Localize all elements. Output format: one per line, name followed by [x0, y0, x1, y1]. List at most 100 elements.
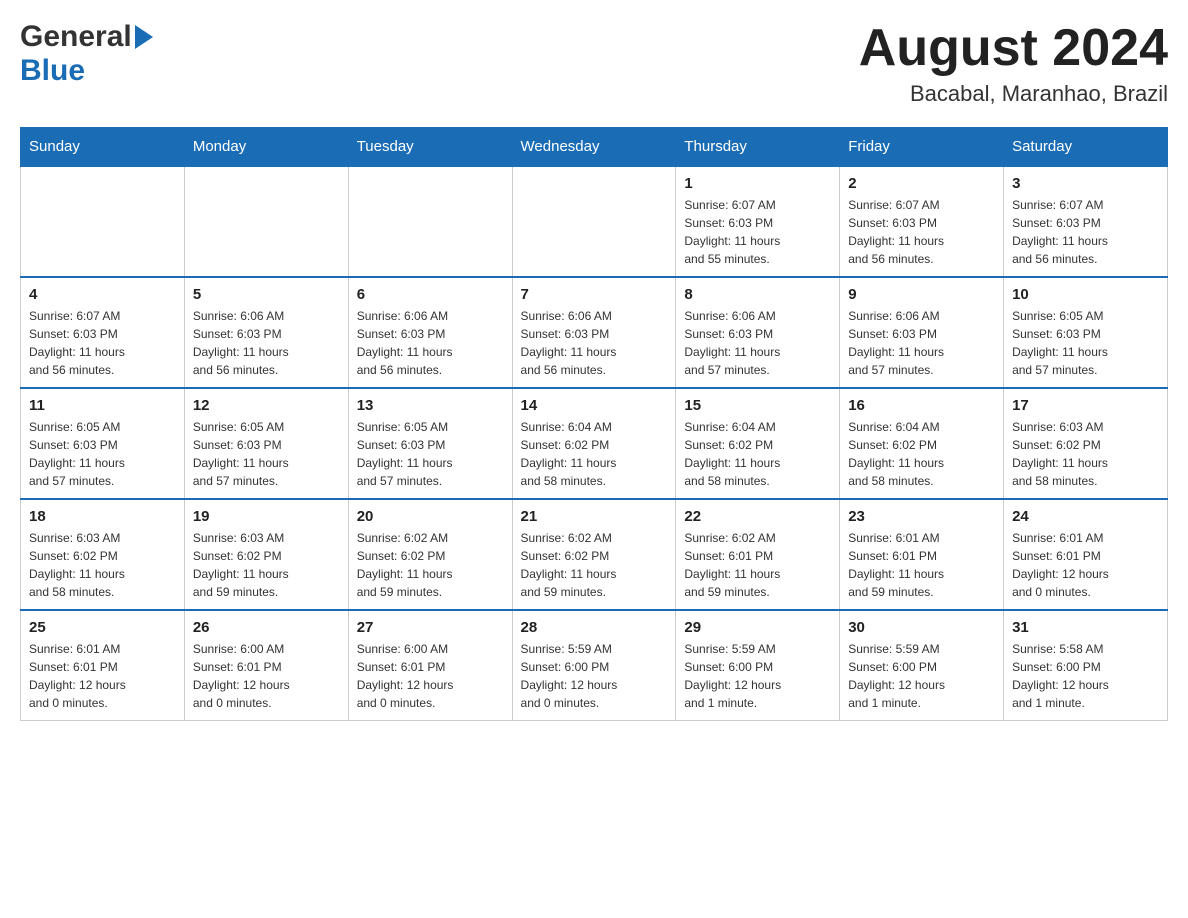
day-number: 28 — [521, 619, 668, 636]
day-number: 11 — [29, 397, 176, 414]
calendar-cell: 23 Sunrise: 6:01 AM Sunset: 6:01 PM Dayli… — [840, 499, 1004, 610]
day-number: 31 — [1012, 619, 1159, 636]
day-number: 13 — [357, 397, 504, 414]
day-info: Sunrise: 6:05 AM Sunset: 6:03 PM Dayligh… — [1012, 307, 1159, 379]
calendar-cell: 7Sunrise: 6:06 AM Sunset: 6:03 PM Daylig… — [512, 277, 676, 388]
day-info: Sunrise: 6:04 AM Sunset: 6:02 PM Dayligh… — [848, 418, 995, 490]
day-number: 26 — [193, 619, 340, 636]
calendar-cell: 1Sunrise: 6:07 AM Sunset: 6:03 PM Daylig… — [676, 166, 840, 277]
logo-blue-text: Blue — [20, 54, 85, 88]
day-info: Sunrise: 6:02 AM Sunset: 6:02 PM Dayligh… — [521, 529, 668, 601]
calendar-cell: 24 Sunrise: 6:01 AM Sunset: 6:01 PM Dayli… — [1004, 499, 1168, 610]
calendar-cell: 5 Sunrise: 6:06 AM Sunset: 6:03 PM Daylig… — [184, 277, 348, 388]
calendar-table: SundayMondayTuesdayWednesdayThursdayFrid… — [20, 127, 1168, 721]
day-number: 6 — [357, 286, 504, 303]
day-info: Sunrise: 6:07 AM Sunset: 6:03 PM Dayligh… — [848, 196, 995, 268]
calendar-cell: 6 Sunrise: 6:06 AM Sunset: 6:03 PM Daylig… — [348, 277, 512, 388]
calendar-cell: 12 Sunrise: 6:05 AM Sunset: 6:03 PM Dayli… — [184, 388, 348, 499]
calendar-header-tuesday: Tuesday — [348, 128, 512, 167]
day-info: Sunrise: 6:05 AM Sunset: 6:03 PM Dayligh… — [29, 418, 176, 490]
day-number: 3 — [1012, 175, 1159, 192]
day-number: 22 — [684, 508, 831, 525]
day-number: 19 — [193, 508, 340, 525]
day-number: 8 — [684, 286, 831, 303]
calendar-cell: 19 Sunrise: 6:03 AM Sunset: 6:02 PM Dayli… — [184, 499, 348, 610]
calendar-header-row: SundayMondayTuesdayWednesdayThursdayFrid… — [21, 128, 1168, 167]
calendar-cell: 14 Sunrise: 6:04 AM Sunset: 6:02 PM Dayli… — [512, 388, 676, 499]
calendar-cell: 9 Sunrise: 6:06 AM Sunset: 6:03 PM Daylig… — [840, 277, 1004, 388]
logo-general-text: General — [20, 20, 132, 54]
calendar-week-row: 11 Sunrise: 6:05 AM Sunset: 6:03 PM Dayli… — [21, 388, 1168, 499]
day-info: Sunrise: 6:04 AM Sunset: 6:02 PM Dayligh… — [684, 418, 831, 490]
calendar-header-sunday: Sunday — [21, 128, 185, 167]
day-info: Sunrise: 6:05 AM Sunset: 6:03 PM Dayligh… — [193, 418, 340, 490]
calendar-cell: 8 Sunrise: 6:06 AM Sunset: 6:03 PM Daylig… — [676, 277, 840, 388]
calendar-week-row: 25Sunrise: 6:01 AM Sunset: 6:01 PM Dayli… — [21, 610, 1168, 721]
day-info: Sunrise: 6:03 AM Sunset: 6:02 PM Dayligh… — [29, 529, 176, 601]
calendar-cell: 30 Sunrise: 5:59 AM Sunset: 6:00 PM Dayli… — [840, 610, 1004, 721]
day-info: Sunrise: 6:06 AM Sunset: 6:03 PM Dayligh… — [193, 307, 340, 379]
day-number: 30 — [848, 619, 995, 636]
page-header: General Blue August 2024 Bacabal, Maranh… — [20, 20, 1168, 107]
calendar-header-friday: Friday — [840, 128, 1004, 167]
day-number: 27 — [357, 619, 504, 636]
day-number: 18 — [29, 508, 176, 525]
calendar-cell: 13Sunrise: 6:05 AM Sunset: 6:03 PM Dayli… — [348, 388, 512, 499]
day-number: 5 — [193, 286, 340, 303]
day-info: Sunrise: 6:01 AM Sunset: 6:01 PM Dayligh… — [1012, 529, 1159, 601]
day-number: 9 — [848, 286, 995, 303]
location-title: Bacabal, Maranhao, Brazil — [859, 81, 1168, 107]
day-number: 17 — [1012, 397, 1159, 414]
calendar-cell: 26 Sunrise: 6:00 AM Sunset: 6:01 PM Dayli… — [184, 610, 348, 721]
calendar-cell: 25Sunrise: 6:01 AM Sunset: 6:01 PM Dayli… — [21, 610, 185, 721]
calendar-week-row: 18 Sunrise: 6:03 AM Sunset: 6:02 PM Dayli… — [21, 499, 1168, 610]
day-number: 16 — [848, 397, 995, 414]
month-title: August 2024 — [859, 20, 1168, 77]
calendar-cell: 3 Sunrise: 6:07 AM Sunset: 6:03 PM Daylig… — [1004, 166, 1168, 277]
calendar-cell: 11 Sunrise: 6:05 AM Sunset: 6:03 PM Dayli… — [21, 388, 185, 499]
day-number: 14 — [521, 397, 668, 414]
calendar-cell: 21 Sunrise: 6:02 AM Sunset: 6:02 PM Dayli… — [512, 499, 676, 610]
day-info: Sunrise: 5:59 AM Sunset: 6:00 PM Dayligh… — [684, 640, 831, 712]
day-info: Sunrise: 6:00 AM Sunset: 6:01 PM Dayligh… — [193, 640, 340, 712]
calendar-cell: 17 Sunrise: 6:03 AM Sunset: 6:02 PM Dayli… — [1004, 388, 1168, 499]
day-number: 23 — [848, 508, 995, 525]
calendar-cell: 2Sunrise: 6:07 AM Sunset: 6:03 PM Daylig… — [840, 166, 1004, 277]
calendar-cell: 4Sunrise: 6:07 AM Sunset: 6:03 PM Daylig… — [21, 277, 185, 388]
day-info: Sunrise: 6:06 AM Sunset: 6:03 PM Dayligh… — [848, 307, 995, 379]
day-number: 24 — [1012, 508, 1159, 525]
calendar-cell — [512, 166, 676, 277]
calendar-cell: 27Sunrise: 6:00 AM Sunset: 6:01 PM Dayli… — [348, 610, 512, 721]
title-block: August 2024 Bacabal, Maranhao, Brazil — [859, 20, 1168, 107]
calendar-header-saturday: Saturday — [1004, 128, 1168, 167]
day-number: 12 — [193, 397, 340, 414]
day-info: Sunrise: 6:02 AM Sunset: 6:02 PM Dayligh… — [357, 529, 504, 601]
day-info: Sunrise: 5:59 AM Sunset: 6:00 PM Dayligh… — [521, 640, 668, 712]
day-info: Sunrise: 6:03 AM Sunset: 6:02 PM Dayligh… — [193, 529, 340, 601]
day-info: Sunrise: 6:07 AM Sunset: 6:03 PM Dayligh… — [1012, 196, 1159, 268]
calendar-header-wednesday: Wednesday — [512, 128, 676, 167]
day-info: Sunrise: 6:06 AM Sunset: 6:03 PM Dayligh… — [684, 307, 831, 379]
calendar-cell: 15Sunrise: 6:04 AM Sunset: 6:02 PM Dayli… — [676, 388, 840, 499]
calendar-cell: 31 Sunrise: 5:58 AM Sunset: 6:00 PM Dayli… — [1004, 610, 1168, 721]
day-number: 1 — [684, 175, 831, 192]
calendar-header-monday: Monday — [184, 128, 348, 167]
calendar-week-row: 4Sunrise: 6:07 AM Sunset: 6:03 PM Daylig… — [21, 277, 1168, 388]
day-info: Sunrise: 6:03 AM Sunset: 6:02 PM Dayligh… — [1012, 418, 1159, 490]
calendar-cell: 29Sunrise: 5:59 AM Sunset: 6:00 PM Dayli… — [676, 610, 840, 721]
day-info: Sunrise: 6:01 AM Sunset: 6:01 PM Dayligh… — [29, 640, 176, 712]
calendar-cell: 18 Sunrise: 6:03 AM Sunset: 6:02 PM Dayli… — [21, 499, 185, 610]
day-info: Sunrise: 6:01 AM Sunset: 6:01 PM Dayligh… — [848, 529, 995, 601]
logo: General Blue — [20, 20, 153, 88]
calendar-cell — [21, 166, 185, 277]
calendar-cell: 22Sunrise: 6:02 AM Sunset: 6:01 PM Dayli… — [676, 499, 840, 610]
day-number: 20 — [357, 508, 504, 525]
day-info: Sunrise: 5:58 AM Sunset: 6:00 PM Dayligh… — [1012, 640, 1159, 712]
calendar-cell: 16 Sunrise: 6:04 AM Sunset: 6:02 PM Dayli… — [840, 388, 1004, 499]
day-number: 21 — [521, 508, 668, 525]
day-info: Sunrise: 5:59 AM Sunset: 6:00 PM Dayligh… — [848, 640, 995, 712]
day-info: Sunrise: 6:07 AM Sunset: 6:03 PM Dayligh… — [29, 307, 176, 379]
day-info: Sunrise: 6:06 AM Sunset: 6:03 PM Dayligh… — [357, 307, 504, 379]
day-info: Sunrise: 6:04 AM Sunset: 6:02 PM Dayligh… — [521, 418, 668, 490]
calendar-cell: 20 Sunrise: 6:02 AM Sunset: 6:02 PM Dayli… — [348, 499, 512, 610]
